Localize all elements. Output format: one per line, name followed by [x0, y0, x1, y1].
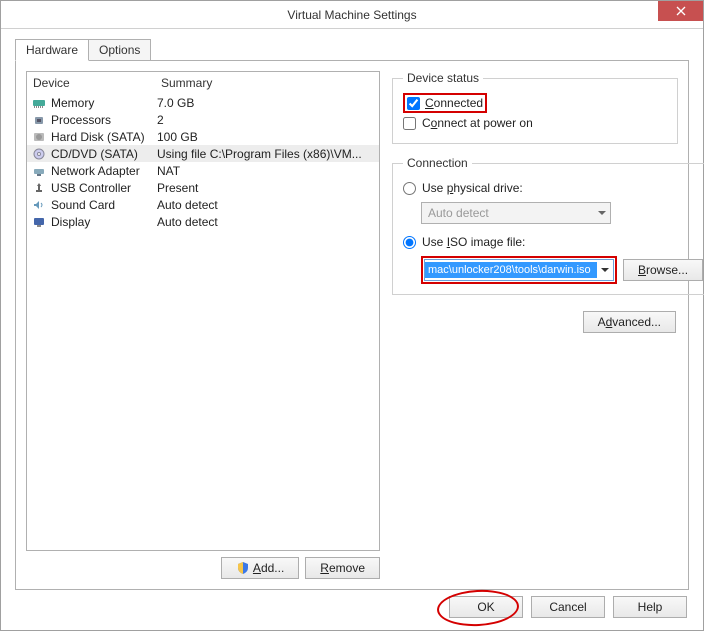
ok-button[interactable]: OK [449, 596, 523, 618]
add-button[interactable]: Add... [221, 557, 299, 579]
connected-highlight: Connected [403, 93, 487, 113]
device-row[interactable]: USB ControllerPresent [27, 179, 379, 196]
connect-poweron-label: Connect at power on [422, 116, 533, 130]
device-name: Memory [51, 96, 157, 110]
sound-icon [31, 198, 47, 212]
window-title: Virtual Machine Settings [1, 8, 703, 22]
iso-label: Use ISO image file: [422, 235, 525, 249]
device-status-group: Device status Connected Connect at power… [392, 71, 678, 144]
device-summary: 100 GB [157, 130, 375, 144]
device-row[interactable]: Network AdapterNAT [27, 162, 379, 179]
remove-button[interactable]: Remove [305, 557, 380, 579]
device-list-header: Device Summary [27, 72, 379, 94]
advanced-label: Advanced... [598, 315, 661, 329]
chevron-down-icon [597, 260, 613, 280]
iso-radio[interactable] [403, 236, 416, 249]
right-column: Device status Connected Connect at power… [392, 71, 678, 579]
connect-poweron-checkbox[interactable] [403, 117, 416, 130]
device-name: CD/DVD (SATA) [51, 147, 157, 161]
left-column: Device Summary Memory7.0 GBProcessors2Ha… [26, 71, 380, 579]
device-summary: NAT [157, 164, 375, 178]
header-device: Device [33, 76, 161, 90]
tab-options[interactable]: Options [88, 39, 151, 61]
device-row[interactable]: Sound CardAuto detect [27, 196, 379, 213]
titlebar: Virtual Machine Settings [1, 1, 703, 29]
physical-drive-combo: Auto detect [421, 202, 611, 224]
cancel-button[interactable]: Cancel [531, 596, 605, 618]
device-name: Display [51, 215, 157, 229]
device-status-legend: Device status [403, 71, 483, 85]
cd-icon [31, 147, 47, 161]
physical-label: Use physical drive: [422, 181, 523, 195]
device-name: Network Adapter [51, 164, 157, 178]
close-button[interactable] [658, 1, 703, 21]
device-name: USB Controller [51, 181, 157, 195]
device-row[interactable]: Hard Disk (SATA)100 GB [27, 128, 379, 145]
device-row[interactable]: DisplayAuto detect [27, 213, 379, 230]
tab-hardware[interactable]: Hardware [15, 39, 89, 61]
browse-label: Browse... [638, 263, 688, 277]
device-summary: Using file C:\Program Files (x86)\VM... [157, 147, 375, 161]
browse-button[interactable]: Browse... [623, 259, 703, 281]
device-row[interactable]: CD/DVD (SATA)Using file C:\Program Files… [27, 145, 379, 162]
advanced-button[interactable]: Advanced... [583, 311, 676, 333]
help-button[interactable]: Help [613, 596, 687, 618]
device-name: Hard Disk (SATA) [51, 130, 157, 144]
close-icon [676, 6, 686, 16]
usb-icon [31, 181, 47, 195]
device-list[interactable]: Device Summary Memory7.0 GBProcessors2Ha… [26, 71, 380, 551]
device-buttons: Add... Remove [26, 557, 380, 579]
iso-path-combo[interactable]: mac\unlocker208\tools\darwin.iso [424, 259, 614, 281]
device-name: Processors [51, 113, 157, 127]
remove-label: Remove [320, 561, 365, 575]
cpu-icon [31, 113, 47, 127]
physical-drive-value: Auto detect [428, 206, 489, 220]
device-summary: 2 [157, 113, 375, 127]
chevron-down-icon [598, 211, 606, 215]
device-summary: Present [157, 181, 375, 195]
display-icon [31, 215, 47, 229]
hardware-panel: Device Summary Memory7.0 GBProcessors2Ha… [15, 60, 689, 590]
memory-icon [31, 96, 47, 110]
connection-legend: Connection [403, 156, 472, 170]
connection-group: Connection Use physical drive: Auto dete… [392, 156, 704, 295]
device-summary: Auto detect [157, 215, 375, 229]
connected-checkbox[interactable] [407, 97, 420, 110]
add-label: Add... [253, 561, 284, 575]
device-summary: 7.0 GB [157, 96, 375, 110]
header-summary: Summary [161, 76, 373, 90]
content-area: Hardware Options Device Summary Memory7.… [1, 29, 703, 600]
dialog-buttons: OK Cancel Help [449, 596, 687, 618]
iso-highlight: mac\unlocker208\tools\darwin.iso [421, 256, 617, 284]
hdd-icon [31, 130, 47, 144]
net-icon [31, 164, 47, 178]
tabstrip: Hardware Options [15, 39, 689, 61]
device-name: Sound Card [51, 198, 157, 212]
device-row[interactable]: Processors2 [27, 111, 379, 128]
connected-label: Connected [425, 96, 483, 110]
shield-icon [236, 561, 250, 575]
physical-radio[interactable] [403, 182, 416, 195]
iso-path-value: mac\unlocker208\tools\darwin.iso [425, 262, 597, 278]
device-row[interactable]: Memory7.0 GB [27, 94, 379, 111]
device-summary: Auto detect [157, 198, 375, 212]
settings-window: Virtual Machine Settings Hardware Option… [0, 0, 704, 631]
